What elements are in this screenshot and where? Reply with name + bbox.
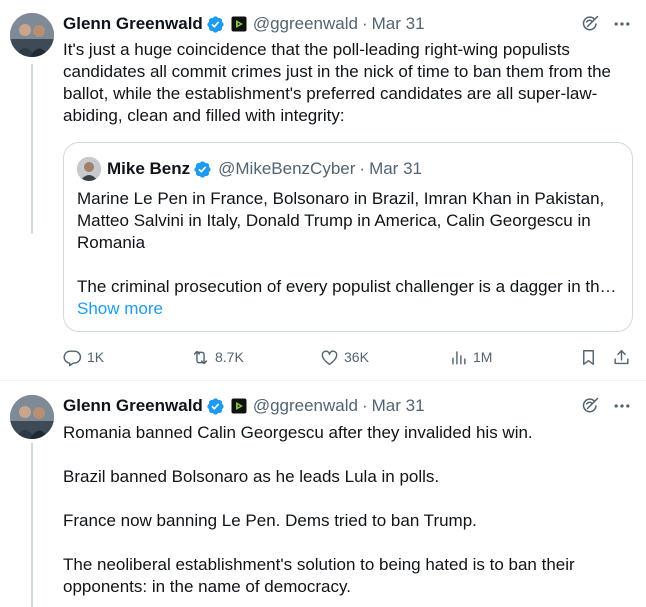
- bookmark-button[interactable]: [579, 346, 598, 368]
- separator-dot: ·: [359, 159, 366, 178]
- quote-text-continued: The criminal prosecution of every populi…: [77, 277, 617, 296]
- verified-badge-icon: [194, 160, 211, 178]
- tweet-header: Glenn Greenwald @ggreenwald · Mar 31: [63, 13, 632, 35]
- heart-icon: [321, 349, 338, 365]
- author-handle[interactable]: @ggreenwald: [253, 14, 358, 34]
- grok-icon[interactable]: [580, 14, 600, 34]
- more-icon[interactable]: [612, 14, 632, 34]
- quote-text: Marine Le Pen in France, Bolsonaro in Br…: [77, 189, 605, 252]
- tweet-date[interactable]: Mar 31: [372, 14, 425, 34]
- thread-line: [31, 64, 33, 234]
- quote-author-handle: @MikeBenzCyber: [218, 159, 356, 178]
- more-icon[interactable]: [612, 396, 632, 416]
- views-icon: [452, 350, 466, 365]
- avatar[interactable]: [10, 395, 54, 439]
- quote-date: Mar 31: [369, 159, 422, 178]
- tweet-header: Glenn Greenwald @ggreenwald · Mar 31: [63, 395, 632, 417]
- quote-avatar: [77, 157, 101, 181]
- author-name[interactable]: Glenn Greenwald: [63, 396, 203, 416]
- author-handle[interactable]: @ggreenwald: [253, 396, 358, 416]
- share-icon: [614, 349, 629, 364]
- quoted-tweet[interactable]: Mike Benz @MikeBenzCyber · Mar 31 Marine…: [63, 142, 633, 332]
- tweet-text: It's just a huge coincidence that the po…: [63, 40, 612, 125]
- repost-icon: [193, 350, 208, 364]
- separator-dot: ·: [361, 14, 368, 33]
- verified-badge-icon: [207, 397, 224, 415]
- separator-dot: ·: [361, 396, 368, 415]
- avatar[interactable]: [10, 13, 54, 57]
- tweet[interactable]: Glenn Greenwald @ggreenwald · Mar 31 Rom…: [0, 381, 646, 607]
- views-button[interactable]: 1M: [449, 346, 492, 368]
- repost-count: 8.7K: [215, 349, 244, 365]
- like-count: 36K: [344, 349, 369, 365]
- grok-icon[interactable]: [580, 396, 600, 416]
- like-button[interactable]: 36K: [320, 346, 369, 368]
- tweet[interactable]: Glenn Greenwald @ggreenwald · Mar 31 It'…: [0, 0, 646, 381]
- bookmark-icon: [583, 349, 594, 365]
- rumble-affiliate-icon[interactable]: [231, 16, 247, 32]
- reply-icon: [63, 349, 82, 366]
- show-more-link[interactable]: Show more: [77, 298, 163, 320]
- share-button[interactable]: [612, 346, 631, 368]
- reply-button[interactable]: 1K: [63, 346, 104, 368]
- rumble-affiliate-icon[interactable]: [231, 398, 247, 414]
- tweet-date[interactable]: Mar 31: [372, 396, 425, 416]
- reply-count: 1K: [87, 349, 105, 365]
- tweet-text: Romania banned Calin Georgescu after the…: [63, 423, 575, 596]
- thread-line: [31, 443, 33, 607]
- quote-header: Mike Benz @MikeBenzCyber · Mar 31: [77, 157, 422, 181]
- verified-badge-icon: [207, 15, 224, 33]
- quote-author-name: Mike Benz: [107, 159, 191, 178]
- author-name[interactable]: Glenn Greenwald: [63, 14, 203, 34]
- repost-button[interactable]: 8.7K: [191, 346, 244, 368]
- tweet-actions: 1K 8.7K 36K 1M: [63, 346, 633, 368]
- views-count: 1M: [473, 349, 493, 365]
